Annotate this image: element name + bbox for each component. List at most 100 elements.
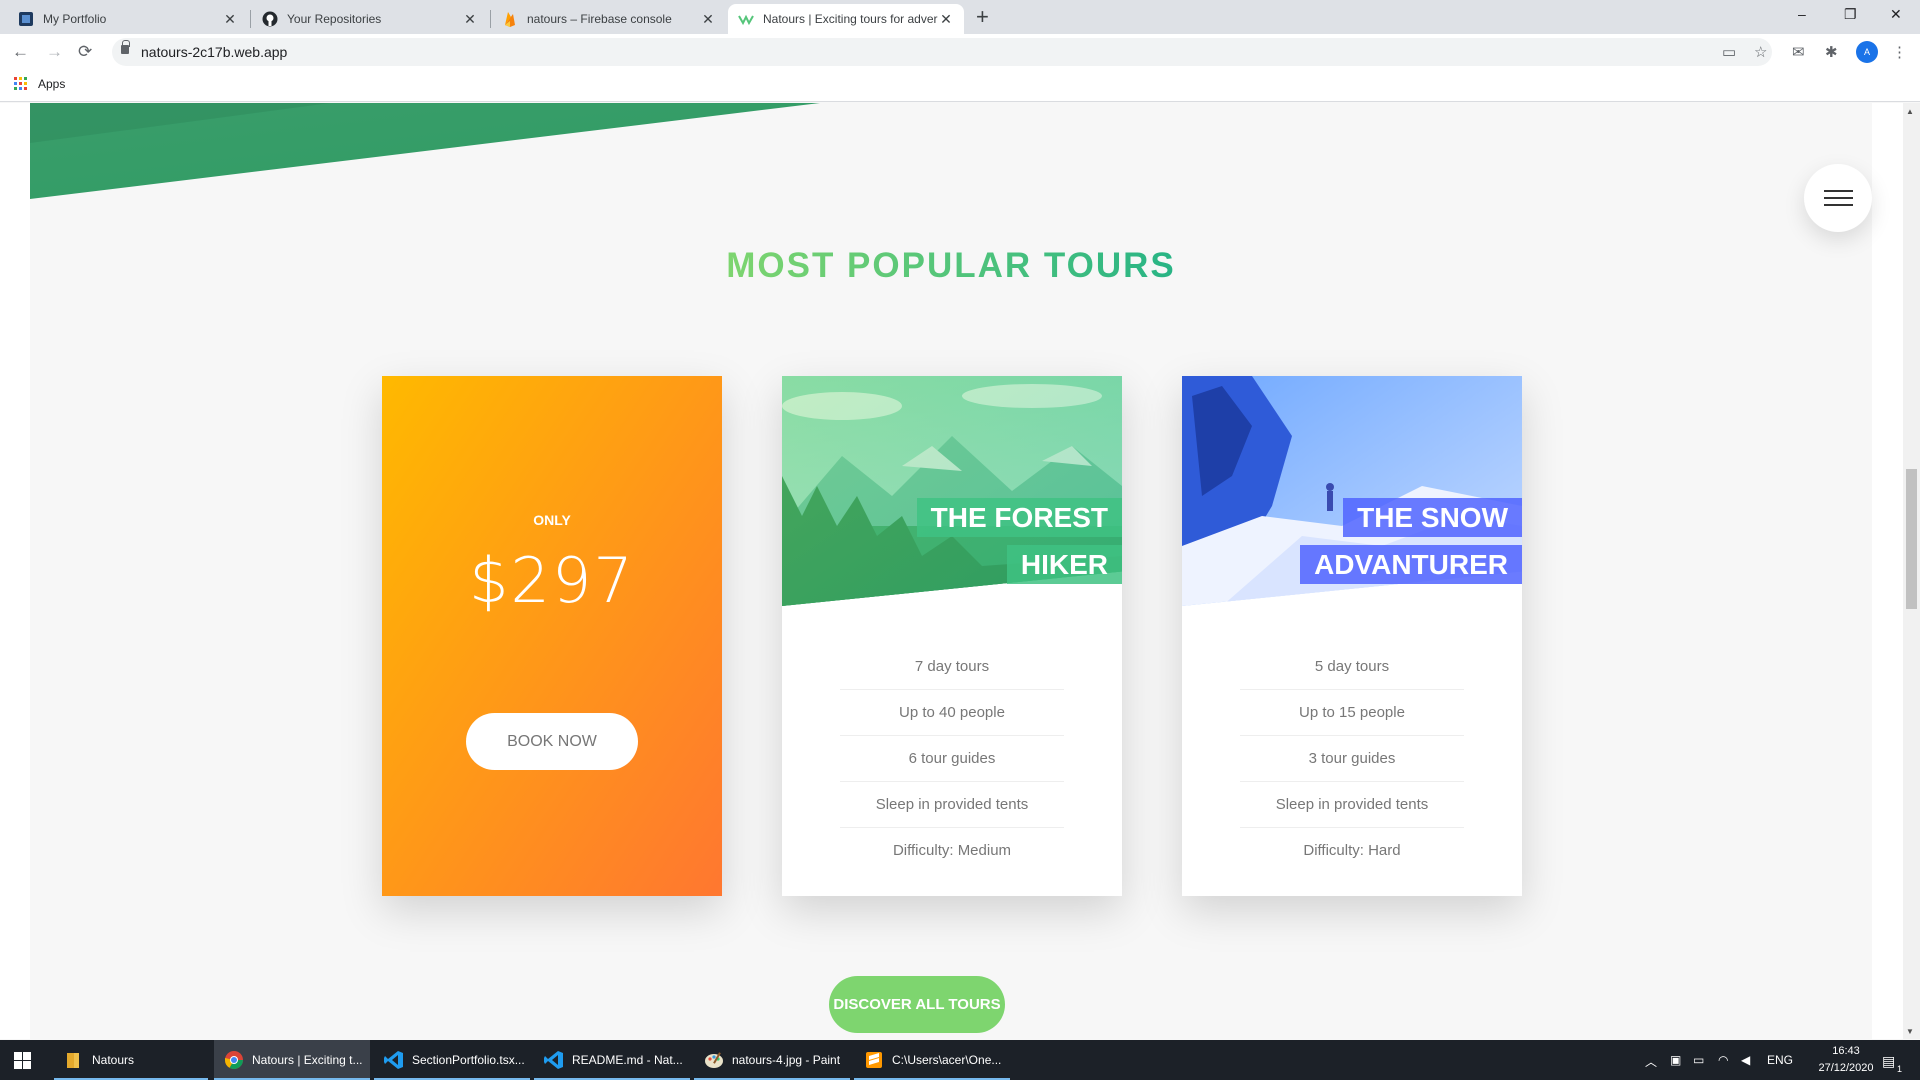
taskbar-item-sublime[interactable]: C:\Users\acer\One...	[854, 1040, 1010, 1080]
apps-grid-icon[interactable]	[14, 77, 27, 90]
tab-title: My Portfolio	[43, 12, 107, 26]
natours-page: MOST POPULAR TOURS ONLY $297 BOOK NOW TH…	[30, 103, 1872, 1039]
taskbar-item-label: C:\Users\acer\One...	[892, 1053, 1002, 1067]
chrome-icon	[225, 1051, 243, 1070]
tab-divider	[250, 10, 251, 28]
reload-icon[interactable]: ⟳	[78, 42, 92, 62]
tour-card-snow-adventurer[interactable]: THE SNOW ADVANTURER 5 day tours Up to 15…	[1182, 376, 1522, 896]
taskbar-item-natours-folder[interactable]: Natours	[54, 1040, 208, 1080]
vscode-icon	[384, 1051, 403, 1069]
natours-logo-icon	[738, 14, 754, 26]
close-window-button[interactable]: ✕	[1890, 6, 1902, 23]
tour-price: $297	[469, 544, 635, 617]
firebase-icon	[505, 12, 515, 27]
input-language[interactable]: ENG	[1767, 1053, 1793, 1067]
clock-date: 27/12/2020	[1818, 1062, 1874, 1074]
bookmarks-bar	[0, 70, 1920, 102]
tab-title: natours – Firebase console	[527, 12, 672, 26]
page-viewport: MOST POPULAR TOURS ONLY $297 BOOK NOW TH…	[0, 103, 1920, 1039]
bookmark-star-icon[interactable]: ☆	[1754, 43, 1767, 61]
heading-line: HIKER	[1006, 545, 1122, 584]
browser-menu-icon[interactable]: ⋮	[1892, 43, 1907, 61]
taskbar-item-label: SectionPortfolio.tsx...	[412, 1053, 525, 1067]
tab-title: Your Repositories	[287, 12, 382, 26]
tab-firebase-console[interactable]: natours – Firebase console ✕	[492, 4, 726, 34]
portfolio-favicon-icon	[19, 12, 33, 26]
tour-detail: Sleep in provided tents	[840, 782, 1064, 828]
url-text[interactable]: natours-2c17b.web.app	[141, 44, 287, 60]
hamburger-line	[1824, 190, 1853, 192]
tour-card-forest-hiker[interactable]: THE FOREST HIKER 7 day tours Up to 40 pe…	[782, 376, 1122, 896]
taskbar-item-label: README.md - Nat...	[572, 1053, 683, 1067]
tour-detail: Difficulty: Hard	[1303, 842, 1401, 859]
show-hidden-icons-chevron-icon[interactable]: ︿	[1645, 1053, 1657, 1070]
meet-now-icon[interactable]: ▣	[1670, 1053, 1681, 1067]
scroll-down-arrow-icon[interactable]: ▼	[1906, 1027, 1914, 1036]
tour-heading: THE FOREST HIKER	[912, 494, 1122, 588]
book-now-button[interactable]: BOOK NOW	[466, 713, 638, 770]
paint-icon	[705, 1052, 723, 1068]
hamburger-line	[1824, 204, 1853, 206]
wifi-icon[interactable]: ◠	[1718, 1053, 1728, 1067]
close-tab-icon[interactable]: ✕	[700, 11, 716, 28]
close-tab-icon[interactable]: ✕	[222, 11, 238, 28]
taskbar-item-paint[interactable]: natours-4.jpg - Paint	[694, 1040, 850, 1080]
close-tab-icon[interactable]: ✕	[462, 11, 478, 28]
taskbar-item-chrome[interactable]: Natours | Exciting t...	[214, 1040, 370, 1080]
taskbar-item-vscode-section[interactable]: SectionPortfolio.tsx...	[374, 1040, 530, 1080]
extensions-puzzle-icon[interactable]: ✱	[1825, 43, 1838, 61]
tour-detail: Up to 40 people	[840, 690, 1064, 736]
folder-icon	[67, 1053, 79, 1068]
heading-line: THE FOREST	[916, 498, 1122, 537]
tab-my-portfolio[interactable]: My Portfolio ✕	[8, 4, 248, 34]
tour-detail: 7 day tours	[840, 644, 1064, 690]
tour-detail: Difficulty: Medium	[892, 842, 1012, 859]
new-tab-button[interactable]: +	[976, 4, 989, 30]
price-card: ONLY $297 BOOK NOW	[382, 376, 722, 896]
forward-arrow-icon[interactable]: →	[46, 42, 63, 62]
windows-start-icon[interactable]	[14, 1052, 31, 1069]
tab-title: Natours | Exciting tours for adver	[763, 12, 938, 26]
notification-count: 1	[1897, 1064, 1903, 1074]
back-arrow-icon[interactable]: ←	[12, 42, 29, 62]
scroll-up-arrow-icon[interactable]: ▲	[1906, 107, 1914, 116]
notification-center-icon[interactable]: ▤	[1882, 1053, 1895, 1070]
github-icon	[262, 11, 278, 27]
tour-detail: 3 tour guides	[1240, 736, 1464, 782]
hero-section-bottom	[30, 103, 820, 199]
taskbar-item-label: Natours | Exciting t...	[252, 1053, 363, 1067]
minimize-button[interactable]: –	[1798, 6, 1806, 22]
tab-your-repositories[interactable]: Your Repositories ✕	[252, 4, 488, 34]
scrollbar-thumb[interactable]	[1906, 469, 1917, 609]
only-label: ONLY	[533, 512, 571, 528]
tour-detail: 6 tour guides	[840, 736, 1064, 782]
apps-bookmark[interactable]: Apps	[38, 77, 65, 91]
system-clock[interactable]: 16:43 27/12/2020	[1812, 1043, 1880, 1077]
tab-natours-active[interactable]: Natours | Exciting tours for adver ✕	[728, 4, 964, 34]
close-tab-icon[interactable]: ✕	[938, 11, 954, 28]
taskbar-item-vscode-readme[interactable]: README.md - Nat...	[534, 1040, 690, 1080]
taskbar-item-label: Natours	[92, 1053, 135, 1067]
battery-icon[interactable]: ▭	[1693, 1053, 1704, 1067]
sublime-icon	[866, 1052, 882, 1068]
mail-extension-icon[interactable]: ✉	[1792, 43, 1805, 61]
tour-detail: 5 day tours	[1240, 644, 1464, 690]
tab-divider	[490, 10, 491, 28]
discover-all-tours-button[interactable]: DISCOVER ALL TOURS	[829, 976, 1005, 1033]
profile-avatar[interactable]: A	[1856, 41, 1878, 63]
section-title: MOST POPULAR TOURS	[30, 246, 1872, 286]
clock-time: 16:43	[1832, 1045, 1860, 1057]
heading-line: ADVANTURER	[1300, 545, 1522, 584]
tour-heading: THE SNOW ADVANTURER	[1292, 494, 1522, 588]
lock-icon[interactable]	[121, 40, 130, 54]
restore-button[interactable]: ❐	[1844, 6, 1857, 23]
navigation-menu-button[interactable]	[1804, 164, 1872, 232]
address-bar[interactable]	[112, 38, 1772, 66]
tour-detail: Up to 15 people	[1240, 690, 1464, 736]
hamburger-line	[1824, 197, 1853, 199]
cast-icon[interactable]: ▭	[1722, 43, 1736, 61]
tour-details-list: 7 day tours Up to 40 people 6 tour guide…	[840, 644, 1064, 874]
volume-icon[interactable]: ◀	[1741, 1053, 1750, 1067]
vscode-icon	[544, 1051, 563, 1069]
browser-tab-strip: My Portfolio ✕ Your Repositories ✕ natou…	[0, 0, 1920, 34]
